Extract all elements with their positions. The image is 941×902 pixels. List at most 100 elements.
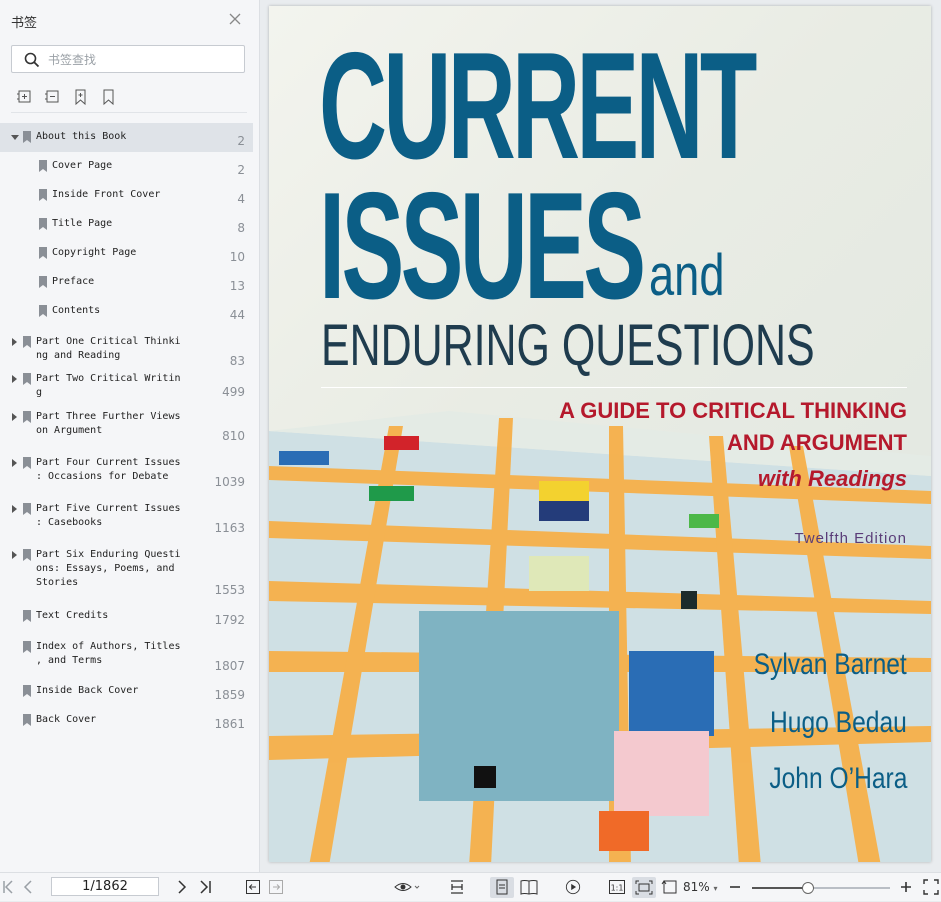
collapse-arrow-icon[interactable] bbox=[12, 338, 17, 346]
collapse-all-icon[interactable] bbox=[44, 88, 62, 106]
bookmark-item[interactable]: Inside Back Cover 1859 bbox=[0, 677, 253, 706]
collapse-arrow-icon[interactable] bbox=[12, 375, 17, 383]
fit-page-button[interactable] bbox=[632, 877, 656, 898]
zoom-dropdown[interactable]: 81% ▾ bbox=[683, 880, 718, 894]
bookmark-flag-icon bbox=[39, 247, 47, 259]
bookmark-item[interactable]: Part Five Current Issues : Casebooks 1163 bbox=[0, 495, 253, 539]
bookmark-page-number: 1861 bbox=[214, 717, 245, 731]
bookmark-page-number: 1792 bbox=[214, 613, 245, 627]
cover-subtitle-2: AND ARGUMENT bbox=[726, 430, 907, 455]
bookmark-label: Inside Front Cover bbox=[52, 189, 161, 200]
chevron-down-icon: ▾ bbox=[713, 884, 718, 893]
actual-size-icon[interactable]: 1:1 bbox=[608, 879, 626, 895]
bookmark-item[interactable]: Title Page 8 bbox=[0, 210, 253, 239]
book-cover-page: CURRENT ISSUES and ENDURING QUESTIONS A … bbox=[269, 6, 931, 862]
two-page-icon[interactable] bbox=[519, 879, 539, 895]
last-page-icon[interactable] bbox=[199, 879, 213, 895]
bookmark-flag-icon bbox=[23, 610, 31, 622]
bookmark-flag-icon bbox=[23, 549, 31, 561]
single-page-button[interactable] bbox=[490, 877, 514, 898]
bookmark-flag-icon bbox=[39, 160, 47, 172]
bookmark-flag-icon bbox=[23, 641, 31, 653]
bookmark-item[interactable]: Part Four Current Issues : Occasions for… bbox=[0, 449, 253, 493]
bookmark-label: Contents bbox=[52, 305, 101, 316]
expand-arrow-icon[interactable] bbox=[11, 135, 19, 140]
zoom-level: 81% bbox=[683, 880, 710, 894]
bookmark-item[interactable]: Text Credits 1792 bbox=[0, 602, 253, 631]
eye-mode-icon[interactable] bbox=[394, 879, 420, 895]
zoom-slider-fill bbox=[752, 887, 808, 889]
collapse-arrow-icon[interactable] bbox=[12, 505, 17, 513]
add-bookmark-icon[interactable] bbox=[72, 88, 90, 106]
bookmark-item[interactable]: Inside Front Cover 4 bbox=[0, 181, 253, 210]
cover-author-3: John O’Hara bbox=[768, 762, 907, 795]
bookmark-item[interactable]: Part Six Enduring Questi ons: Essays, Po… bbox=[0, 541, 253, 601]
bookmark-label: Text Credits bbox=[36, 610, 109, 621]
single-page-icon bbox=[496, 879, 508, 895]
zoom-slider-thumb[interactable] bbox=[802, 882, 814, 894]
bookmark-flag-icon bbox=[23, 503, 31, 515]
rotate-icon[interactable] bbox=[661, 879, 679, 895]
zoom-out-icon[interactable] bbox=[729, 879, 741, 895]
bookmark-label: Copyright Page bbox=[52, 247, 137, 258]
collapse-arrow-icon[interactable] bbox=[12, 459, 17, 467]
bookmark-item[interactable]: Copyright Page 10 bbox=[0, 239, 253, 268]
bookmark-page-number: 810 bbox=[222, 429, 245, 443]
cover-subtitle-1: A GUIDE TO CRITICAL THINKING bbox=[559, 398, 907, 423]
forward-icon[interactable] bbox=[268, 879, 284, 895]
bookmark-flag-icon bbox=[23, 457, 31, 469]
bookmark-search[interactable] bbox=[11, 45, 245, 73]
bookmark-item[interactable]: Part Three Further Views on Argument 810 bbox=[0, 403, 253, 447]
bookmark-page-number: 1553 bbox=[214, 583, 245, 597]
bookmark-flag-icon bbox=[23, 714, 31, 726]
bookmark-label: Part Two Critical Writin g bbox=[36, 373, 181, 398]
bookmark-item[interactable]: Cover Page 2 bbox=[0, 152, 253, 181]
bookmark-flag-icon bbox=[39, 189, 47, 201]
bookmark-item[interactable]: Preface 13 bbox=[0, 268, 253, 297]
bookmark-icon[interactable] bbox=[100, 88, 118, 106]
bookmark-item[interactable]: Contents 44 bbox=[0, 297, 253, 326]
back-icon[interactable] bbox=[245, 879, 261, 895]
cover-author-1: Sylvan Barnet bbox=[753, 648, 907, 681]
bookmark-label: Preface bbox=[52, 276, 95, 287]
cover-edition: Twelfth Edition bbox=[794, 530, 907, 547]
bookmark-item[interactable]: About this Book 2 bbox=[0, 123, 253, 152]
bookmark-item[interactable]: Part Two Critical Writin g 499 bbox=[0, 365, 253, 403]
panel-title: 书签 bbox=[11, 16, 38, 31]
collapse-arrow-icon[interactable] bbox=[12, 413, 17, 421]
bookmark-label: Index of Authors, Titles , and Terms bbox=[36, 641, 181, 666]
bookmark-label: Cover Page bbox=[52, 160, 113, 171]
previous-page-icon[interactable] bbox=[22, 879, 34, 895]
bookmark-page-number: 2 bbox=[237, 134, 245, 148]
page-number-input[interactable]: 1/1862 bbox=[51, 877, 159, 896]
fit-page-icon bbox=[635, 880, 653, 895]
next-page-icon[interactable] bbox=[176, 879, 188, 895]
cover-subtitle-3: with Readings bbox=[757, 466, 907, 491]
bookmark-label: Part Three Further Views on Argument bbox=[36, 411, 181, 436]
zoom-in-icon[interactable] bbox=[900, 879, 912, 895]
collapse-arrow-icon[interactable] bbox=[12, 551, 17, 559]
close-icon[interactable] bbox=[226, 10, 244, 28]
bookmark-page-number: 1807 bbox=[214, 659, 245, 673]
bookmark-item[interactable]: Back Cover 1861 bbox=[0, 706, 253, 735]
cover-title-line3: ENDURING QUESTIONS bbox=[321, 313, 815, 378]
cover-title-and: and bbox=[649, 243, 725, 308]
fit-width-icon[interactable] bbox=[449, 879, 465, 895]
svg-text:1:1: 1:1 bbox=[611, 884, 624, 893]
bookmark-flag-icon bbox=[23, 373, 31, 385]
search-input[interactable] bbox=[46, 50, 240, 70]
bookmark-page-number: 13 bbox=[229, 279, 245, 293]
bookmark-page-number: 1163 bbox=[214, 521, 245, 535]
play-icon[interactable] bbox=[564, 879, 582, 895]
bookmark-flag-icon bbox=[23, 685, 31, 697]
bookmark-item[interactable]: Index of Authors, Titles , and Terms 1807 bbox=[0, 633, 253, 677]
bookmark-flag-icon bbox=[23, 336, 31, 348]
expand-all-icon[interactable] bbox=[16, 88, 34, 106]
bookmark-page-number: 8 bbox=[237, 221, 245, 235]
first-page-icon[interactable] bbox=[2, 879, 14, 895]
bookmark-flag-icon bbox=[23, 411, 31, 423]
bookmark-page-number: 44 bbox=[229, 308, 245, 322]
bookmark-page-number: 1859 bbox=[214, 688, 245, 702]
bookmark-page-number: 10 bbox=[229, 250, 245, 264]
fullscreen-icon[interactable] bbox=[923, 879, 939, 895]
